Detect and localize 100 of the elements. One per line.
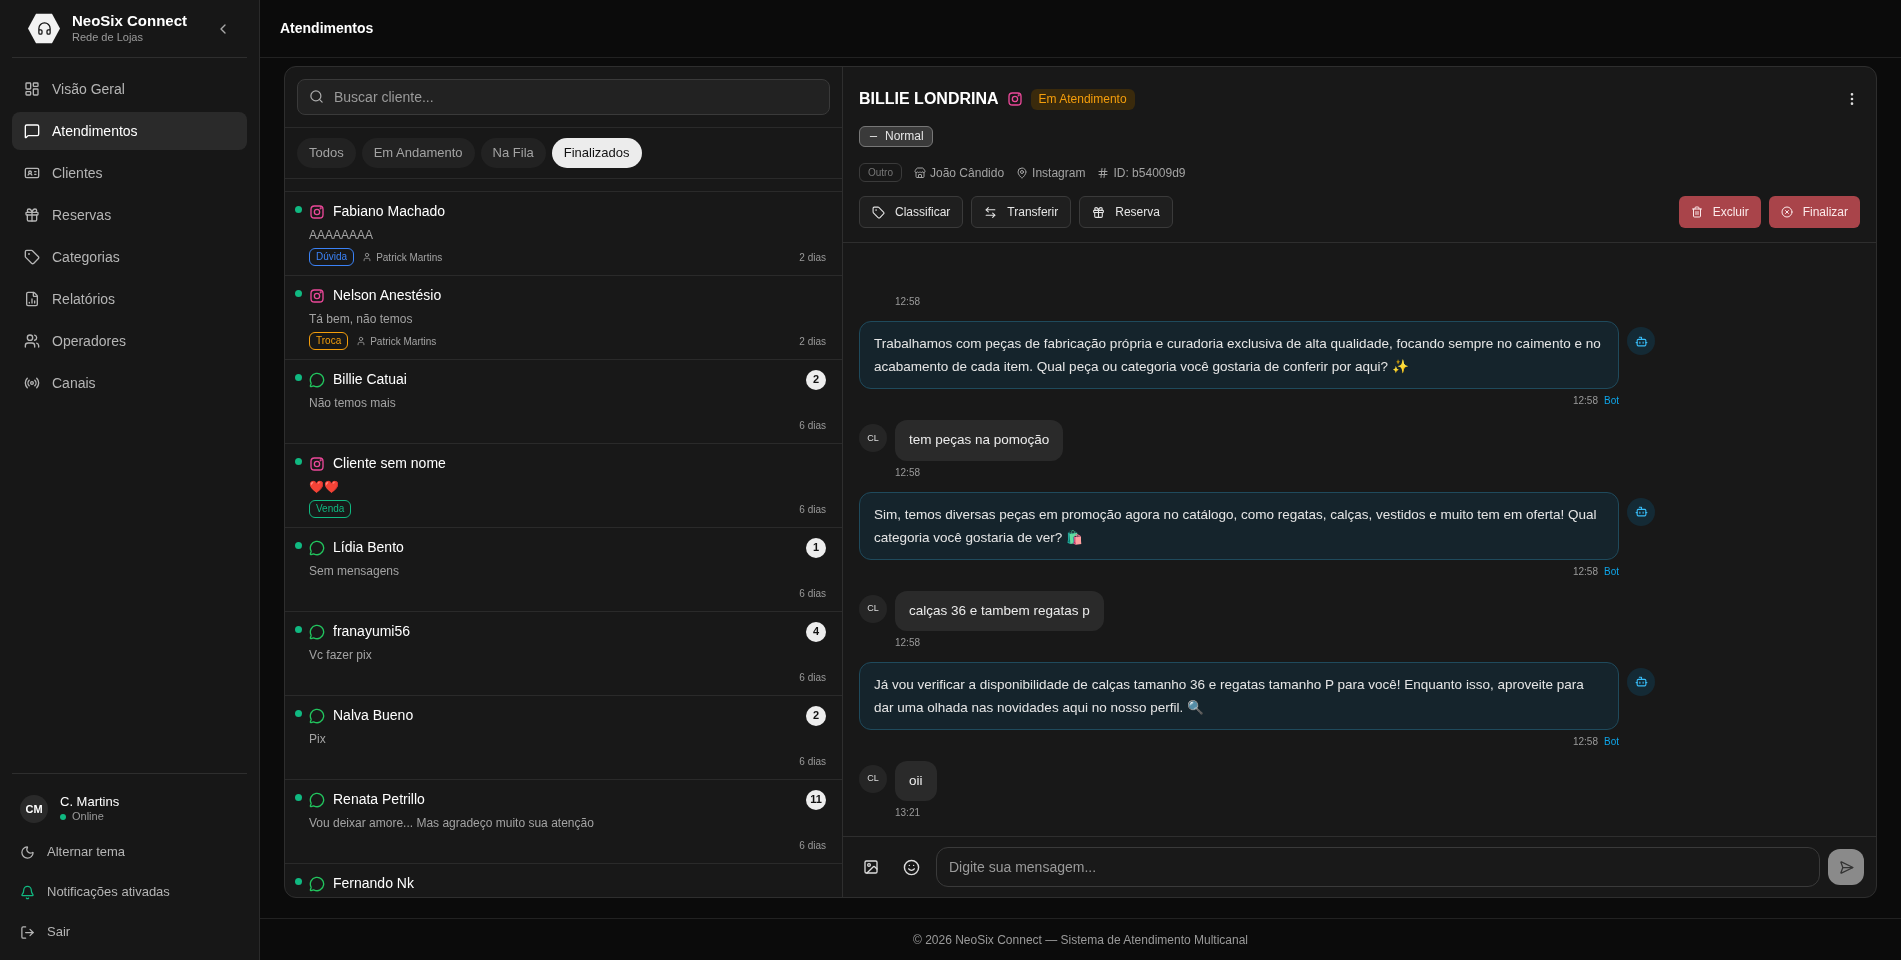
nav-item[interactable]: Operadores: [12, 322, 247, 360]
store-icon: [914, 166, 926, 179]
conversation-item[interactable]: Renata Petrillo 11 Vou deixar amore... Mas agradeço muito sua atenção 6 dias: [285, 780, 842, 864]
bot-message-bubble: Já vou verificar a disponibilidade de calças tamanho 36 e regatas tamanho P para você! Enquanto isso, aproveite para dar uma olhada nas novidades aqui no nosso perfil. 🔍: [859, 661, 1619, 730]
message-time: 12:58: [895, 465, 922, 480]
nav-icon: [24, 249, 40, 265]
nav-item[interactable]: Visão Geral: [12, 70, 247, 108]
action-button[interactable]: Reserva: [1079, 196, 1173, 228]
search-field[interactable]: Buscar cliente...: [297, 79, 830, 115]
send-icon: [1838, 859, 1854, 875]
action-icon: [872, 205, 885, 219]
chat-bubble-icon: [309, 623, 325, 640]
bot-message-bubble: Trabalhamos com peças de fabricação própria e curadoria exclusiva de alta qualidade, focando sempre no caimento e no acabamento de cada item. Qual peça ou categoria você gostaria de conferir por aqui? ✨: [859, 321, 1619, 390]
unread-count: 2: [806, 705, 826, 726]
page-title: Atendimentos: [280, 19, 374, 38]
bot-avatar: [1627, 667, 1655, 696]
source-name: Instagram: [1032, 164, 1086, 182]
sidebar-action[interactable]: Alternar tema: [12, 832, 247, 872]
nav-icon: [24, 81, 40, 97]
unread-count: 2: [806, 369, 826, 390]
nav-icon: [24, 375, 40, 391]
client-message-bubble: tem peças na pomoção: [895, 420, 1064, 461]
brand-name: NeoSix Connect: [72, 12, 189, 31]
location-pin-icon: [1016, 166, 1029, 179]
sender-label: Bot: [1604, 564, 1619, 579]
category-tag: Outro: [859, 163, 902, 182]
action-icon: [1092, 205, 1106, 219]
filter-tab[interactable]: Todos: [297, 138, 356, 168]
danger-button[interactable]: Finalizar: [1768, 196, 1860, 228]
message-preview: Não temos mais: [309, 395, 397, 412]
message-time: 12:58: [1572, 564, 1598, 579]
sender-label: Bot: [1604, 734, 1619, 749]
camera-icon: [309, 455, 325, 472]
user-status: Online: [72, 810, 104, 824]
user-avatar: CM: [20, 795, 48, 823]
nav-icon: [24, 165, 40, 181]
message-preview: Pix: [309, 731, 327, 748]
nav-item[interactable]: Atendimentos: [12, 112, 247, 150]
conversation-item[interactable]: Nelson Anestésio Tá bem, não temos Troca Patrick Martins 2 dias: [285, 276, 842, 360]
unread-count: 11: [806, 789, 826, 810]
message-time: 13:21: [895, 806, 922, 820]
nav-item[interactable]: Canais: [12, 364, 247, 402]
last-activity-time: 6 dias: [799, 586, 826, 601]
sidebar-action[interactable]: Notificações ativadas: [12, 872, 247, 912]
conversation-item[interactable]: franayumi56 4 Vc fazer pix 6 dias: [285, 612, 842, 696]
chat-bubble-icon: [309, 371, 325, 388]
message-preview: ❤❤: [309, 479, 340, 496]
last-activity-time: 6 dias: [799, 502, 826, 517]
nav-item[interactable]: Relatórios: [12, 280, 247, 318]
action-button[interactable]: Transferir: [971, 196, 1072, 228]
priority-badge[interactable]: Normal: [859, 126, 933, 147]
last-activity-time: 6 dias: [799, 670, 826, 685]
conversation-item[interactable]: Lídia Bento 1 Sem mensagens 6 dias: [285, 528, 842, 612]
message-preview: Tá bem, não temos: [309, 311, 414, 328]
nav-item[interactable]: Categorias: [12, 238, 247, 276]
client-message-bubble: oii: [895, 760, 937, 801]
filter-tab[interactable]: Em Andamento: [361, 138, 475, 168]
filter-tab[interactable]: Na Fila: [480, 138, 546, 168]
image-attach-icon[interactable]: [863, 859, 879, 875]
nav-icon: [24, 291, 40, 307]
client-avatar: CL: [859, 764, 887, 793]
last-activity-time: 6 dias: [799, 418, 826, 433]
sidebar-action[interactable]: Sair: [12, 912, 247, 952]
person-icon: [362, 252, 373, 262]
message-input[interactable]: Digite sua mensagem...: [936, 847, 1820, 887]
action-button[interactable]: Classificar: [859, 196, 964, 228]
conversation-item[interactable]: Cliente sem nome ❤❤ Venda 6 dias: [285, 444, 842, 528]
message-time: 12:58: [895, 635, 922, 650]
client-avatar: CL: [859, 424, 887, 453]
message-preview: Vc fazer pix: [309, 647, 373, 664]
client-message-bubble: calças 36 e tambem regatas p: [895, 590, 1104, 631]
chat-bubble-icon: [309, 707, 325, 724]
contact-name: Lídia Bento: [333, 538, 405, 557]
footer-text: © 2026 NeoSix Connect — Sistema de Atendimento Multicanal: [913, 931, 1248, 949]
last-activity-time: 6 dias: [799, 754, 826, 769]
operator-name: Patrick Martins: [376, 250, 443, 265]
conversation-item[interactable]: Billie Catuai 2 Não temos mais 6 dias: [285, 360, 842, 444]
search-icon: [309, 89, 324, 104]
conversation-item[interactable]: Nalva Bueno 2 Pix 6 dias: [285, 696, 842, 780]
operator-name: Patrick Martins: [370, 334, 437, 349]
nav-item[interactable]: Reservas: [12, 196, 247, 234]
status-badge: Em Atendimento: [1030, 88, 1135, 110]
contact-name: Nelson Anestésio: [333, 286, 443, 305]
conversation-item[interactable]: Fernando Nk: [285, 864, 842, 897]
category-tag: Troca: [309, 332, 349, 350]
category-tag: Dúvida: [309, 248, 355, 266]
action-icon: [1780, 206, 1793, 218]
filter-tab[interactable]: Finalizados: [551, 138, 642, 168]
nav-icon: [24, 207, 40, 223]
contact-name: franayumi56: [333, 622, 412, 641]
conversation-item[interactable]: Fabiano Machado AAAAAAAA Dúvida Patrick Martins 2 dias: [285, 192, 842, 276]
message-time: 12:58: [1572, 734, 1598, 749]
unread-count: 1: [806, 537, 826, 558]
bot-avatar: [1627, 497, 1655, 526]
send-button[interactable]: [1828, 849, 1864, 885]
message-time: 12:58: [1572, 394, 1598, 409]
emoji-icon[interactable]: [903, 858, 920, 876]
nav-item[interactable]: Clientes: [12, 154, 247, 192]
danger-button[interactable]: Excluir: [1678, 196, 1761, 228]
person-icon: [356, 336, 367, 346]
